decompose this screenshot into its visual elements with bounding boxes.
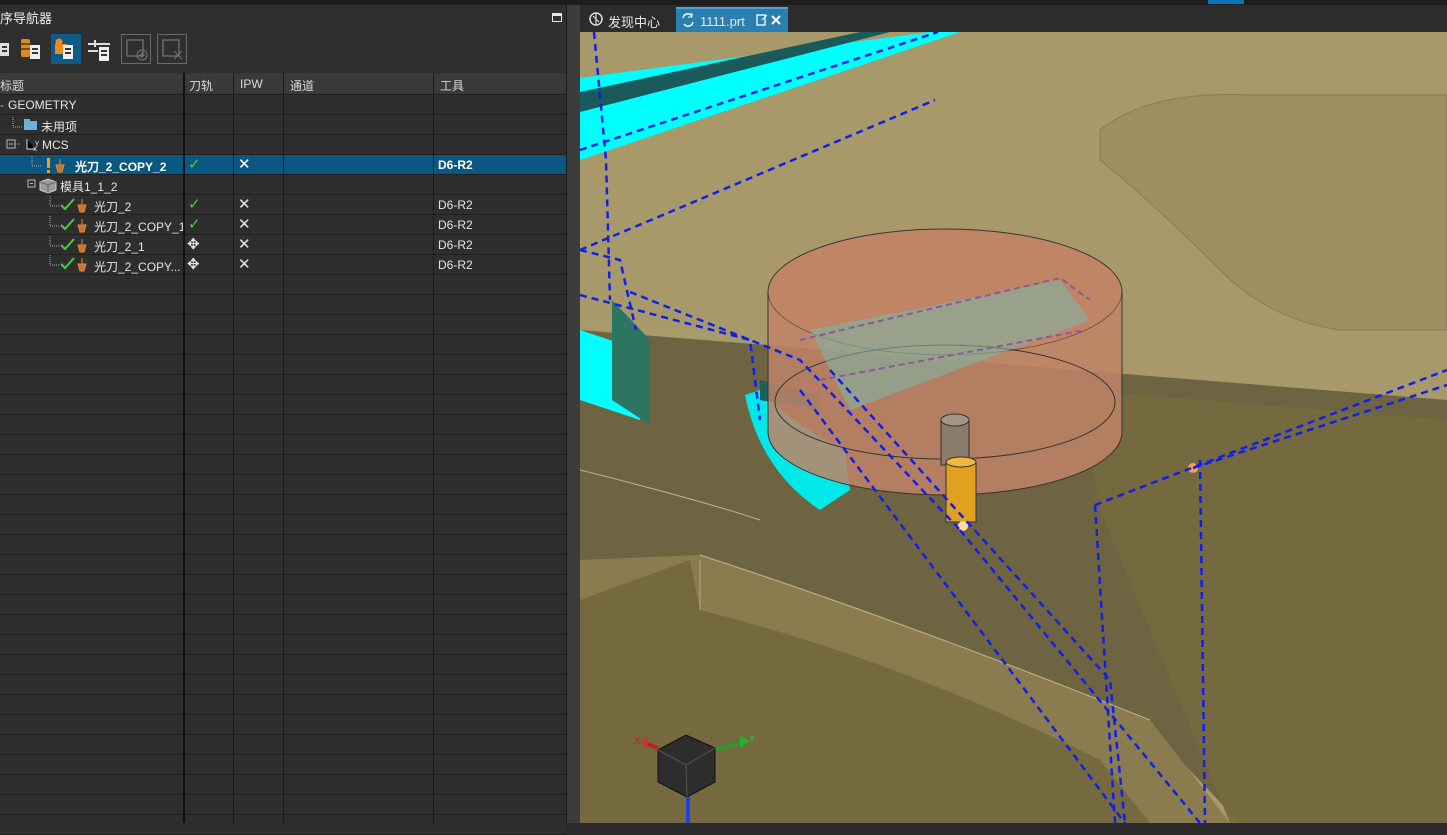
add-button[interactable] <box>121 34 151 64</box>
row-tool: D6-R2 <box>438 198 473 212</box>
row-name: GEOMETRY <box>8 98 77 112</box>
tree-connector <box>12 117 37 130</box>
geometry-view-button[interactable] <box>51 34 81 64</box>
col-name[interactable]: 标题 <box>0 77 24 94</box>
ipw-status-icon: ✕ <box>238 236 251 253</box>
toolpath-status-moved-icon: ✥ <box>187 236 200 253</box>
modified-icon <box>756 14 768 26</box>
operation-ok-icon <box>49 236 87 253</box>
row-name: 光刀_2_COPY_2 <box>75 160 167 174</box>
document-tabs: 发现中心 1111.prt <box>580 5 1447 32</box>
operation-ok-icon <box>49 255 87 272</box>
toolpath-status-check-icon: ✓ <box>188 196 201 213</box>
col-toolpath[interactable]: 刀轨 <box>189 77 213 94</box>
ipw-status-icon: ✕ <box>238 196 251 213</box>
close-icon[interactable] <box>771 15 781 25</box>
row-name: 模具1_1_2 <box>60 180 118 194</box>
remove-icon <box>162 39 183 60</box>
col-channel[interactable]: 通道 <box>290 77 314 94</box>
machining-method-view-button[interactable] <box>85 34 115 64</box>
add-icon <box>126 39 148 61</box>
geometry-view-icon <box>55 38 73 59</box>
row-name: 光刀_2 <box>94 200 132 214</box>
tab-label: 发现中心 <box>608 15 661 30</box>
cad-model-view[interactable]: X Y <box>580 32 1447 823</box>
machine-tool-view-button[interactable] <box>18 34 48 64</box>
toolpath-status-check-icon: ✓ <box>188 156 201 173</box>
row-tool: D6-R2 <box>438 158 473 172</box>
navigator-titlebar: 序导航器 <box>0 5 570 27</box>
row-name: 光刀_2_1 <box>94 240 145 254</box>
operation-ok-icon <box>49 196 87 213</box>
column-divider[interactable] <box>433 73 434 823</box>
ipw-status-icon: ✕ <box>238 216 251 233</box>
navigator-toolbar <box>0 31 570 67</box>
part-file-icon <box>682 13 694 27</box>
row-tool: D6-R2 <box>438 218 473 232</box>
mcs-icon: xy <box>6 139 39 153</box>
operation-ok-icon <box>49 216 87 233</box>
warning-icon <box>31 156 65 173</box>
maximize-icon[interactable] <box>552 13 562 22</box>
col-tool[interactable]: 工具 <box>440 77 464 94</box>
panel-splitter[interactable] <box>566 5 581 823</box>
graphics-viewport[interactable]: X Y <box>580 32 1447 823</box>
column-divider[interactable] <box>283 73 284 823</box>
column-divider[interactable] <box>233 73 234 823</box>
workpiece-icon <box>27 178 57 194</box>
accent-button[interactable] <box>1208 0 1244 4</box>
row-name: 未用项 <box>41 120 78 134</box>
tab-label: 1111.prt <box>700 14 745 29</box>
column-divider[interactable] <box>183 73 185 823</box>
machining-method-icon <box>88 40 110 61</box>
row-name: 光刀_2_COPY_1 <box>94 220 186 234</box>
machine-tool-icon <box>21 39 40 59</box>
triad-x-label: X <box>634 736 641 747</box>
remove-button[interactable] <box>157 34 187 64</box>
row-name: MCS <box>42 138 69 152</box>
toolpath-status-moved-icon: ✥ <box>187 256 200 273</box>
row-name: 光刀_2_COPY... <box>94 260 181 274</box>
svg-text:y: y <box>35 139 39 147</box>
tab-discovery-center[interactable]: 发现中心 <box>584 7 676 32</box>
triad-y-label: Y <box>748 734 756 745</box>
navigator-title: 序导航器 <box>0 11 53 26</box>
toolpath-status-check-icon: ✓ <box>188 216 201 233</box>
row-tool: D6-R2 <box>438 258 473 272</box>
discovery-icon <box>589 12 603 26</box>
tab-part-file[interactable]: 1111.prt <box>676 7 788 32</box>
row-tool: D6-R2 <box>438 238 473 252</box>
col-ipw[interactable]: IPW <box>240 77 263 91</box>
ipw-status-icon: ✕ <box>238 156 251 173</box>
ipw-status-icon: ✕ <box>238 256 251 273</box>
